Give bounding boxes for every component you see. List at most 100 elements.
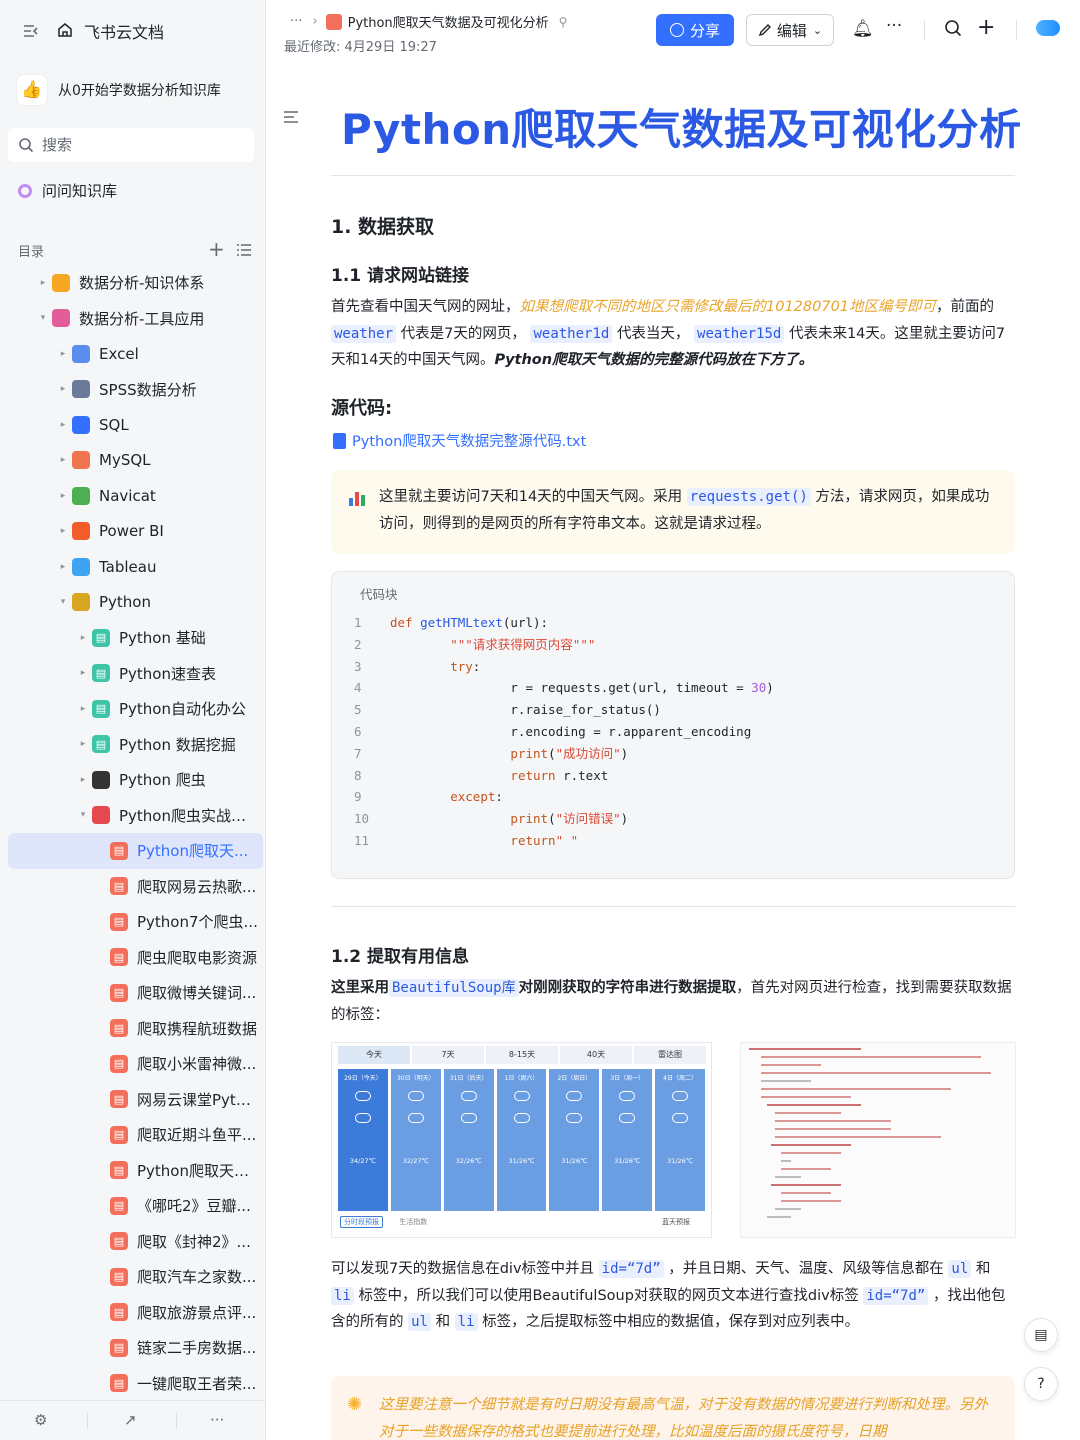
sidebar-item-label: 《哪吒2》豆瓣... xyxy=(137,1197,251,1216)
sidebar-item[interactable]: ▸ SQL xyxy=(0,407,266,443)
inline-code: BeautifulSoup库 xyxy=(389,979,519,997)
cloud-rain-icon xyxy=(566,1091,583,1101)
weather-footer-tab: 生活指数 xyxy=(399,1218,428,1226)
bell-icon[interactable]: 🔔︎ xyxy=(852,19,874,39)
sidebar-item[interactable]: ▤ Python爬取天... xyxy=(8,833,263,869)
sidebar-item[interactable]: ▤ Python7个爬虫... xyxy=(0,904,266,940)
callout-note: ✺ 这里要注意一个细节就是有时日期没有最高气温，对于没有数据的情况要进行判断和处… xyxy=(331,1376,1015,1440)
sidebar-item[interactable]: ▤ Python爬取天气... xyxy=(0,1153,266,1189)
sidebar-item[interactable]: ▤ 爬取《封神2》... xyxy=(0,1224,266,1260)
chevron-right-icon[interactable]: ▸ xyxy=(78,704,88,714)
code-token: return xyxy=(510,767,556,783)
chevron-right-icon[interactable]: ▸ xyxy=(58,491,68,501)
file-attachment-link[interactable]: Python爬取天气数据完整源代码.txt xyxy=(333,430,586,451)
chevron-down-icon[interactable]: ▾ xyxy=(38,313,48,323)
sidebar-item[interactable]: ▸ ▤ Python速查表 xyxy=(0,656,266,692)
outline-icon[interactable] xyxy=(283,110,299,124)
home-icon[interactable] xyxy=(56,21,74,39)
sidebar-item[interactable]: ▤ 《哪吒2》豆瓣... xyxy=(0,1188,266,1224)
chevron-right-icon[interactable]: ▸ xyxy=(58,349,68,359)
chevron-right-icon[interactable]: ▸ xyxy=(58,420,68,430)
sidebar-item-label: 数据分析-工具应用 xyxy=(79,309,205,328)
cloud-rain-icon xyxy=(354,1091,371,1101)
search-icon[interactable] xyxy=(944,19,962,37)
sidebar-item[interactable]: ▤ 爬取携程航班数据 xyxy=(0,1011,266,1047)
edit-button[interactable]: 编辑 ⌄ xyxy=(746,14,834,46)
code-token: getHTMLtext xyxy=(420,615,503,630)
sidebar-item[interactable]: ▸ Power BI xyxy=(0,514,266,550)
chevron-right-icon[interactable]: ▸ xyxy=(58,562,68,572)
chevron-right-icon[interactable]: ▸ xyxy=(58,384,68,394)
inline-code: weather1d xyxy=(530,324,613,343)
doc-icon: ▤ xyxy=(110,877,128,896)
share-button[interactable]: 分享 xyxy=(656,14,734,46)
sidebar-item[interactable]: ▤ 爬取小米雷神微... xyxy=(0,1046,266,1082)
add-page-icon[interactable]: + xyxy=(208,239,225,259)
knowledge-base-selector[interactable]: 👍 从0开始学数据分析知识库 xyxy=(16,72,252,108)
breadcrumb-more[interactable]: ··· xyxy=(290,14,302,29)
breadcrumb-doc-name[interactable]: Python爬取天气数据及可视化分析 xyxy=(348,12,549,31)
chevron-down-icon[interactable]: ▾ xyxy=(78,810,88,820)
inline-code: ul xyxy=(948,1260,972,1278)
weather-tab: 雷达图 xyxy=(634,1046,706,1064)
chevron-right-icon[interactable]: ▸ xyxy=(58,526,68,536)
cloud-icon[interactable] xyxy=(1036,20,1060,36)
sidebar-item[interactable]: ▤ 爬取网易云热歌... xyxy=(0,869,266,905)
sidebar-item[interactable]: ▤ 一键爬取王者荣... xyxy=(0,1366,266,1402)
chevron-right-icon[interactable]: ▸ xyxy=(78,775,88,785)
code-token: r = requests.get(url, timeout = xyxy=(390,680,752,696)
pin-icon[interactable]: ⚲ xyxy=(559,15,568,29)
sidebar-item[interactable]: ▤ 爬取近期斗鱼平... xyxy=(0,1117,266,1153)
sidebar-item[interactable]: ▸ ▤ Python 基础 xyxy=(0,620,266,656)
sidebar-item[interactable]: ▸ Navicat xyxy=(0,478,266,514)
sidebar-item[interactable]: ▸ Tableau xyxy=(0,549,266,585)
brand-name[interactable]: 飞书云文档 xyxy=(84,19,164,43)
share-out-icon[interactable]: ↗ xyxy=(124,1411,137,1429)
line-number: 11 xyxy=(354,832,370,848)
cloud-rain-icon xyxy=(407,1091,424,1101)
bold-text: Python爬取天气数据的完整源代码放在下方了。 xyxy=(494,352,814,368)
code-block[interactable]: 代码块 1 def getHTMLtext(url): 2 """请求获得网页内容"… xyxy=(331,571,1015,879)
sidebar-item[interactable]: ▸ SPSS数据分析 xyxy=(0,372,266,408)
chevron-right-icon[interactable]: ▸ xyxy=(38,278,48,288)
doc-info-icon[interactable]: ▤ xyxy=(1024,1318,1058,1352)
more-icon[interactable]: ··· xyxy=(886,16,902,36)
sidebar-item[interactable]: ▤ 爬虫爬取电影资源 xyxy=(0,940,266,976)
settings-icon[interactable]: ⚙ xyxy=(34,1411,47,1429)
sidebar-footer: ⚙ ↗ ··· xyxy=(0,1400,266,1440)
chevron-right-icon[interactable]: ▸ xyxy=(78,633,88,643)
cloud-rain-icon xyxy=(672,1113,689,1123)
chevron-down-icon[interactable]: ▾ xyxy=(58,597,68,607)
chevron-right-icon[interactable]: ▸ xyxy=(58,455,68,465)
sidebar-item[interactable]: ▤ 网易云课堂Pyth... xyxy=(0,1082,266,1118)
ask-knowledge-base[interactable]: 问问知识库 xyxy=(18,180,117,201)
sidebar-item[interactable]: ▤ 链家二手房数据... xyxy=(0,1330,266,1366)
fire-icon xyxy=(72,522,90,541)
sidebar-item[interactable]: ▸ Python 爬虫 xyxy=(0,762,266,798)
sidebar-item[interactable]: ▸ ▤ Python自动化办公 xyxy=(0,691,266,727)
sidebar-item[interactable]: ▤ 爬取微博关键词... xyxy=(0,975,266,1011)
collapse-sidebar-icon[interactable] xyxy=(22,22,40,40)
code-line: 9 except: xyxy=(332,786,1016,808)
weather-day-column: 29日（今天） 34/27℃ xyxy=(338,1069,388,1211)
search-input[interactable] xyxy=(42,136,222,154)
sidebar-item[interactable]: ▾ Python爬虫实战案例 xyxy=(0,798,266,834)
more-icon[interactable]: ··· xyxy=(210,1411,224,1429)
add-icon[interactable]: + xyxy=(977,15,995,40)
sidebar-item[interactable]: ▾ Python xyxy=(0,585,266,621)
sidebar-item[interactable]: ▸ MySQL xyxy=(0,443,266,479)
chevron-right-icon[interactable]: ▸ xyxy=(78,668,88,678)
sidebar-item[interactable]: ▾ 数据分析-工具应用 xyxy=(0,301,266,337)
sidebar-item[interactable]: ▸ Excel xyxy=(0,336,266,372)
sidebar-item[interactable]: ▤ 爬取汽车之家数... xyxy=(0,1259,266,1295)
help-icon[interactable]: ? xyxy=(1024,1367,1058,1401)
image-icon xyxy=(72,486,90,505)
search-box[interactable] xyxy=(8,128,254,162)
sidebar-item[interactable]: ▸ ▤ Python 数据挖掘 xyxy=(0,727,266,763)
list-view-icon[interactable] xyxy=(236,242,252,258)
sidebar-item[interactable]: ▤ 爬取旅游景点评... xyxy=(0,1295,266,1331)
heading-extract-info: 1.2 提取有用信息 xyxy=(331,947,470,967)
chevron-right-icon[interactable]: ▸ xyxy=(78,739,88,749)
weather-tab: 40天 xyxy=(560,1046,632,1064)
sidebar-item[interactable]: ▸ 数据分析-知识体系 xyxy=(0,265,266,301)
